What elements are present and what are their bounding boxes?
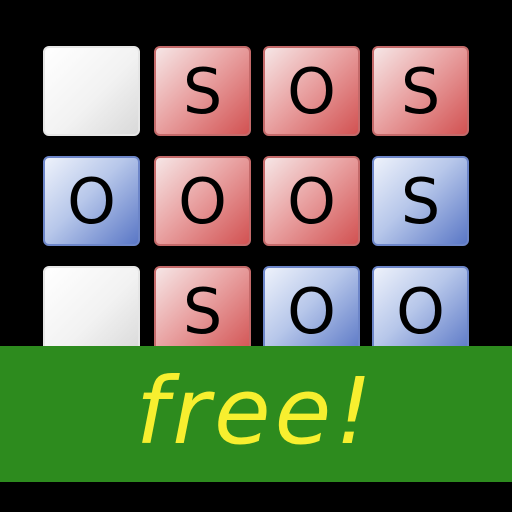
board-cell-r0c3[interactable]: S — [372, 46, 469, 136]
board-cell-r2c2[interactable]: O — [263, 266, 360, 356]
free-banner: free! — [0, 346, 512, 482]
board-cell-r0c2[interactable]: O — [263, 46, 360, 136]
board-cell-r2c3[interactable]: O — [372, 266, 469, 356]
board-cell-r0c0[interactable] — [43, 46, 140, 136]
board-cell-r2c0[interactable] — [43, 266, 140, 356]
board-cell-r1c1[interactable]: O — [154, 156, 251, 246]
board-cell-r1c0[interactable]: O — [43, 156, 140, 246]
board-cell-r2c1[interactable]: S — [154, 266, 251, 356]
board-cell-r1c3[interactable]: S — [372, 156, 469, 246]
free-label: free! — [135, 358, 377, 465]
board-cell-r1c2[interactable]: O — [263, 156, 360, 246]
board-cell-r0c1[interactable]: S — [154, 46, 251, 136]
